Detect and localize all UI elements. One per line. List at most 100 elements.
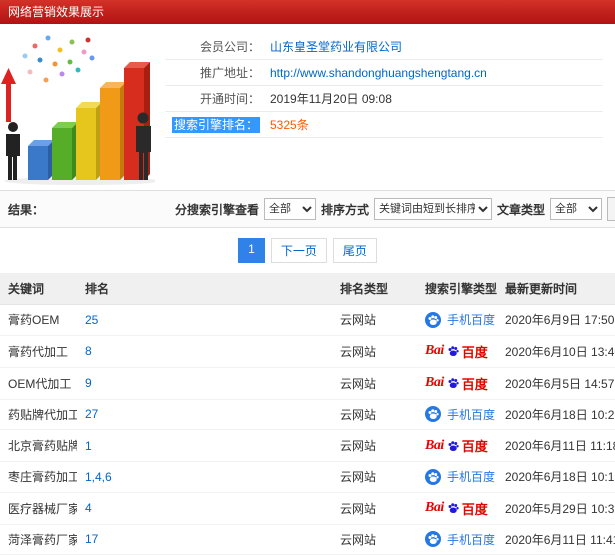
- col-header-rank-type: 排名类型: [332, 273, 417, 305]
- results-table: 关键词 排名 排名类型 搜索引擎类型 最新更新时间 膏药OEM 25 云网站 手机百度…: [0, 273, 615, 555]
- baidu-wordmark: Bai: [425, 500, 444, 515]
- keyword-link[interactable]: 枣庄膏药加工: [8, 470, 77, 484]
- updated-time: 2020年6月11日 11:18: [505, 439, 615, 453]
- engine-label: 百度: [461, 376, 488, 392]
- rank-type: 云网站: [340, 501, 377, 516]
- rank-type: 云网站: [340, 470, 377, 485]
- rank-link[interactable]: 8: [85, 344, 92, 358]
- company-row: 会员公司： 山东皇圣堂药业有限公司: [165, 34, 603, 60]
- engine-label: 手机百度: [447, 470, 496, 484]
- rank-type: 云网站: [340, 532, 377, 547]
- mobile-baidu-logo: 手机百度: [425, 531, 495, 548]
- updated-time: 2020年5月29日 10:32: [505, 501, 615, 516]
- open-time-label: 开通时间：: [199, 92, 260, 106]
- rank-link[interactable]: 1: [85, 439, 92, 453]
- table-row: OEM代加工 9 云网站 Bai 百度 2020年6月5日 14:57: [0, 367, 615, 400]
- sort-filter-label: 排序方式: [321, 202, 370, 217]
- rank-count-value: 5325条: [270, 118, 309, 132]
- keyword-link[interactable]: OEM代加工: [8, 377, 71, 391]
- mobile-baidu-icon: [425, 311, 441, 328]
- rank-link[interactable]: 27: [85, 407, 98, 421]
- rank-link[interactable]: 4: [85, 501, 92, 515]
- engine-select[interactable]: 全部: [264, 198, 317, 220]
- article-type-select[interactable]: 全部: [550, 198, 603, 220]
- table-row: 膏药代加工 8 云网站 Bai 百度 2020年6月10日 13:40: [0, 335, 615, 368]
- open-time-value: 2019年11月20日 09:08: [270, 92, 392, 106]
- businessman-left-icon: [6, 122, 20, 180]
- table-row: 膏药OEM 25 云网站 手机百度 2020年6月9日 17:50: [0, 304, 615, 336]
- table-row: 菏泽膏药厂家 17 云网站 手机百度 2020年6月11日 11:41: [0, 524, 615, 555]
- mobile-baidu-icon: [425, 531, 441, 547]
- pagination: 1 下一页 尾页: [0, 228, 615, 273]
- rank-count-row: 搜索引擎排名： 5325条: [165, 112, 603, 138]
- page-header: 网络营销效果展示: [0, 0, 615, 24]
- rank-link[interactable]: 1,4,6: [85, 470, 112, 484]
- table-row: 北京膏药贴牌 1 云网站 Bai 百度 2020年6月11日 11:18: [0, 429, 615, 462]
- submit-button[interactable]: 提交: [607, 197, 615, 221]
- baidu-logo: Bai 百度: [425, 342, 488, 361]
- mobile-baidu-icon: [425, 406, 441, 422]
- baidu-paw-icon: [447, 440, 459, 452]
- company-link[interactable]: 山东皇圣堂药业有限公司: [260, 38, 402, 55]
- rank-type: 云网站: [340, 407, 377, 422]
- engine-filter-label: 分搜索引擎查看: [175, 202, 260, 217]
- results-table-body: 膏药OEM 25 云网站 手机百度 2020年6月9日 17:50 膏药代加工 8 云网站 Ba…: [0, 304, 615, 555]
- keyword-link[interactable]: 膏药代加工: [8, 345, 68, 359]
- col-header-engine-type: 搜索引擎类型: [417, 273, 497, 305]
- keyword-link[interactable]: 医疗器械厂家: [8, 502, 77, 516]
- baidu-paw-icon: [447, 377, 459, 389]
- filter-bar: 结果： 分搜索引擎查看 全部 排序方式 关键词由短到长排序 文章类型 全部 提交: [0, 190, 615, 228]
- next-page-button[interactable]: 下一页: [270, 238, 327, 263]
- keyword-link[interactable]: 北京膏药贴牌: [8, 439, 77, 453]
- rank-link[interactable]: 17: [85, 532, 98, 546]
- mobile-baidu-logo: 手机百度: [425, 406, 495, 423]
- baidu-logo: Bai 百度: [425, 374, 488, 393]
- promotion-url-label: 推广地址：: [199, 66, 260, 80]
- last-page-button[interactable]: 尾页: [332, 238, 377, 263]
- table-header-row: 关键词 排名 排名类型 搜索引擎类型 最新更新时间: [0, 273, 615, 305]
- baidu-paw-icon: [447, 502, 459, 514]
- result-label: 结果：: [8, 202, 45, 217]
- member-info-section: 会员公司： 山东皇圣堂药业有限公司 推广地址： http://www.shand…: [0, 24, 615, 190]
- company-label: 会员公司：: [199, 40, 260, 54]
- updated-time: 2020年6月10日 13:40: [505, 344, 615, 359]
- page-title: 网络营销效果展示: [8, 5, 105, 19]
- growth-arrow-icon: [1, 68, 16, 122]
- baidu-logo: Bai 百度: [425, 436, 488, 455]
- rank-link[interactable]: 25: [85, 313, 98, 327]
- promotion-url-row: 推广地址： http://www.shandonghuangshengtang.…: [165, 60, 603, 86]
- baidu-logo: Bai 百度: [425, 499, 488, 518]
- table-row: 药贴牌代加工 27 云网站 手机百度 2020年6月18日 10:25: [0, 399, 615, 430]
- rank-type: 云网站: [340, 313, 377, 328]
- keyword-link[interactable]: 药贴牌代加工: [8, 408, 77, 422]
- open-time-row: 开通时间： 2019年11月20日 09:08: [165, 86, 603, 112]
- engine-label: 手机百度: [447, 407, 496, 422]
- updated-time: 2020年6月9日 17:50: [505, 313, 615, 328]
- rank-link[interactable]: 9: [85, 376, 92, 390]
- page-1-button[interactable]: 1: [238, 238, 265, 263]
- col-header-keyword: 关键词: [0, 273, 77, 305]
- keyword-link[interactable]: 菏泽膏药厂家: [8, 533, 77, 547]
- promotion-url-link[interactable]: http://www.shandonghuangshengtang.cn: [260, 66, 487, 80]
- updated-time: 2020年6月18日 10:25: [505, 407, 615, 422]
- sort-select[interactable]: 关键词由短到长排序: [374, 198, 493, 220]
- keyword-link[interactable]: 膏药OEM: [8, 313, 59, 327]
- engine-label: 百度: [461, 439, 488, 454]
- rank-type: 云网站: [340, 344, 377, 359]
- confetti-dots-icon: [22, 35, 95, 83]
- bar-chart-illustration: [1, 35, 160, 185]
- baidu-paw-icon: [447, 345, 459, 357]
- baidu-wordmark: Bai: [425, 375, 444, 390]
- updated-time: 2020年6月5日 14:57: [505, 376, 615, 391]
- updated-time: 2020年6月11日 11:41: [505, 532, 615, 547]
- baidu-wordmark: Bai: [425, 343, 444, 358]
- engine-label: 手机百度: [447, 532, 496, 547]
- engine-label: 百度: [461, 344, 488, 360]
- mobile-baidu-icon: [425, 468, 441, 485]
- engine-label: 百度: [461, 501, 488, 517]
- member-info-rows: 会员公司： 山东皇圣堂药业有限公司 推广地址： http://www.shand…: [155, 28, 615, 190]
- col-header-rank: 排名: [77, 273, 332, 305]
- mobile-baidu-logo: 手机百度: [425, 311, 495, 328]
- mobile-baidu-logo: 手机百度: [425, 468, 495, 485]
- rank-type: 云网站: [340, 376, 377, 391]
